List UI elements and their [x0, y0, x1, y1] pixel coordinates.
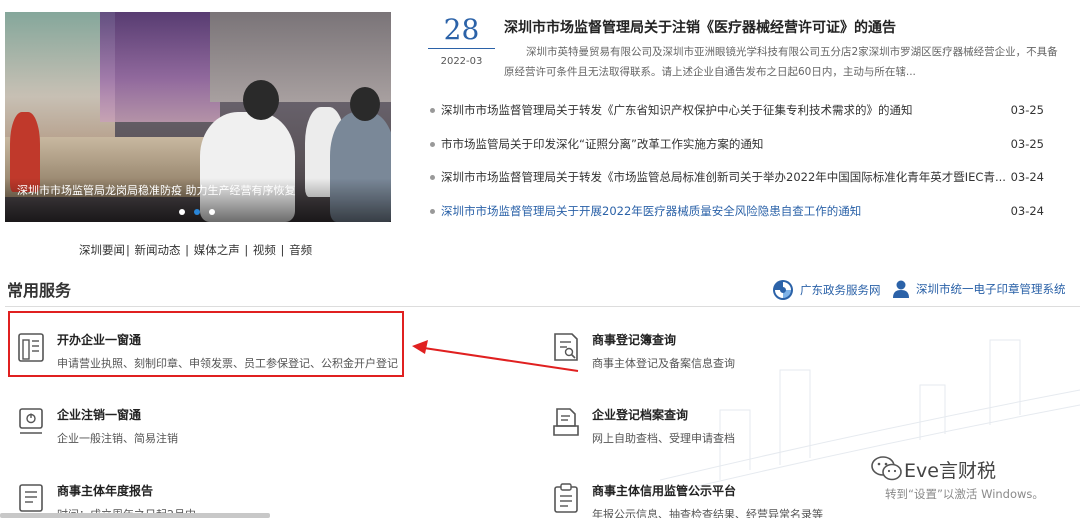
- separator: |: [126, 243, 130, 257]
- news-list: 深圳市市场监督管理局关于转发《广东省知识产权保护中心关于征集专利技术需求的》的通…: [430, 99, 1050, 233]
- bullet-icon: [430, 208, 435, 214]
- news-item[interactable]: 深圳市市场监督管理局关于转发《市场监管总局标准创新司关于举办2022年中国国际标…: [430, 166, 1050, 200]
- news-date: 03-25: [1010, 103, 1044, 117]
- wechat-icon: [871, 456, 902, 481]
- annotation-arrow-icon: [412, 340, 579, 372]
- featured-date: 28 2022-03: [428, 14, 495, 74]
- horizontal-scrollbar[interactable]: [0, 513, 270, 518]
- carousel-dots: [179, 209, 215, 215]
- service-desc: 网上自助查档、受理申请查档: [592, 432, 735, 445]
- section-divider: [5, 306, 1080, 307]
- news-title[interactable]: 深圳市市场监督管理局关于开展2022年医疗器械质量安全风险隐患自查工作的通知: [441, 200, 1021, 222]
- services-heading: 常用服务: [7, 281, 72, 300]
- service-title[interactable]: 商事主体信用监管公示平台: [592, 482, 736, 499]
- photo-person-head: [243, 80, 279, 120]
- monitor-power-icon: [19, 408, 43, 434]
- photo-bg-shelf: [100, 12, 220, 122]
- photo-person-head: [350, 87, 380, 121]
- news-item[interactable]: 深圳市市场监督管理局关于转发《广东省知识产权保护中心关于征集专利技术需求的》的通…: [430, 99, 1050, 133]
- carousel-caption[interactable]: 深圳市市场监管局龙岗局稳准防疫 助力生产经营有序恢复: [17, 182, 296, 198]
- wechat-watermark: Eve言财税: [870, 455, 996, 483]
- report-icon: [19, 484, 43, 512]
- date-divider: [428, 48, 495, 49]
- bullet-icon: [430, 108, 435, 113]
- media-nav-item[interactable]: 视频: [253, 243, 276, 257]
- separator: |: [240, 243, 252, 257]
- gd-gov-logo-icon: [773, 280, 793, 300]
- service-title[interactable]: 商事主体年度报告: [57, 482, 153, 499]
- news-carousel[interactable]: 深圳市市场监管局龙岗局稳准防疫 助力生产经营有序恢复: [5, 12, 391, 222]
- bullet-icon: [430, 175, 435, 180]
- media-nav-item[interactable]: 音频: [289, 243, 312, 257]
- carousel-dot[interactable]: [179, 209, 185, 215]
- e-seal-system-link[interactable]: 深圳市统一电子印章管理系统: [892, 279, 1066, 299]
- featured-description: 深圳市英特曼贸易有限公司及深圳市亚洲眼镜光学科技有限公司五分店2家深圳市罗湖区医…: [504, 46, 1058, 78]
- news-item-highlighted[interactable]: 深圳市市场监督管理局关于开展2022年医疗器械质量安全风险隐患自查工作的通知 0…: [430, 200, 1050, 234]
- service-desc: 企业一般注销、简易注销: [57, 432, 178, 445]
- gd-gov-link-label[interactable]: 广东政务服务网: [800, 282, 881, 298]
- page-root: 深圳市市场监管局龙岗局稳准防疫 助力生产经营有序恢复 深圳要闻| 新闻动态 | …: [0, 0, 1080, 518]
- news-title[interactable]: 深圳市市场监督管理局关于转发《广东省知识产权保护中心关于征集专利技术需求的》的通…: [441, 99, 1021, 121]
- service-desc: 年报公示信息、抽查检查结果、经营异常名录等: [592, 508, 823, 518]
- media-nav-item[interactable]: 深圳要闻: [79, 243, 125, 257]
- separator: |: [181, 243, 193, 257]
- gd-gov-service-link[interactable]: 广东政务服务网: [772, 279, 881, 301]
- e-seal-link-label[interactable]: 深圳市统一电子印章管理系统: [916, 281, 1066, 297]
- wechat-account-label: Eve言财税: [904, 459, 996, 482]
- service-desc: 商事主体登记及备案信息查询: [592, 357, 735, 370]
- service-title[interactable]: 企业注销一窗通: [57, 406, 141, 423]
- file-tray-icon: [553, 408, 579, 436]
- media-nav-item[interactable]: 媒体之声: [194, 243, 240, 257]
- carousel-dot-active[interactable]: [194, 209, 200, 215]
- news-title[interactable]: 深圳市市场监督管理局关于转发《市场监管总局标准创新司关于举办2022年中国国际标…: [441, 166, 1021, 188]
- service-title[interactable]: 企业登记档案查询: [592, 406, 688, 423]
- clipboard-icon: [554, 483, 578, 513]
- separator: |: [276, 243, 289, 257]
- media-nav-item[interactable]: 新闻动态: [135, 243, 181, 257]
- carousel-dot[interactable]: [209, 209, 215, 215]
- featured-year-month: 2022-03: [440, 56, 483, 67]
- annotation-highlight-box: [8, 311, 404, 377]
- news-date: 03-25: [1010, 136, 1044, 151]
- bullet-icon: [430, 141, 435, 147]
- media-nav: 深圳要闻| 新闻动态 | 媒体之声 | 视频 | 音频: [79, 242, 312, 258]
- featured-title[interactable]: 深圳市市场监督管理局关于注销《医疗器械经营许可证》的通告: [504, 17, 896, 37]
- windows-activation-notice: 转到“设置”以激活 Windows。: [885, 487, 1044, 501]
- news-date: 03-24: [1010, 170, 1044, 184]
- news-date: 03-24: [1010, 203, 1044, 218]
- featured-day: 28: [443, 13, 480, 46]
- news-title[interactable]: 市市场监管局关于印发深化“证照分离”改革工作实施方案的通知: [441, 133, 1021, 155]
- person-icon: [893, 280, 909, 298]
- service-title[interactable]: 商事登记簿查询: [592, 331, 676, 348]
- news-item[interactable]: 市市场监管局关于印发深化“证照分离”改革工作实施方案的通知 03-25: [430, 133, 1050, 167]
